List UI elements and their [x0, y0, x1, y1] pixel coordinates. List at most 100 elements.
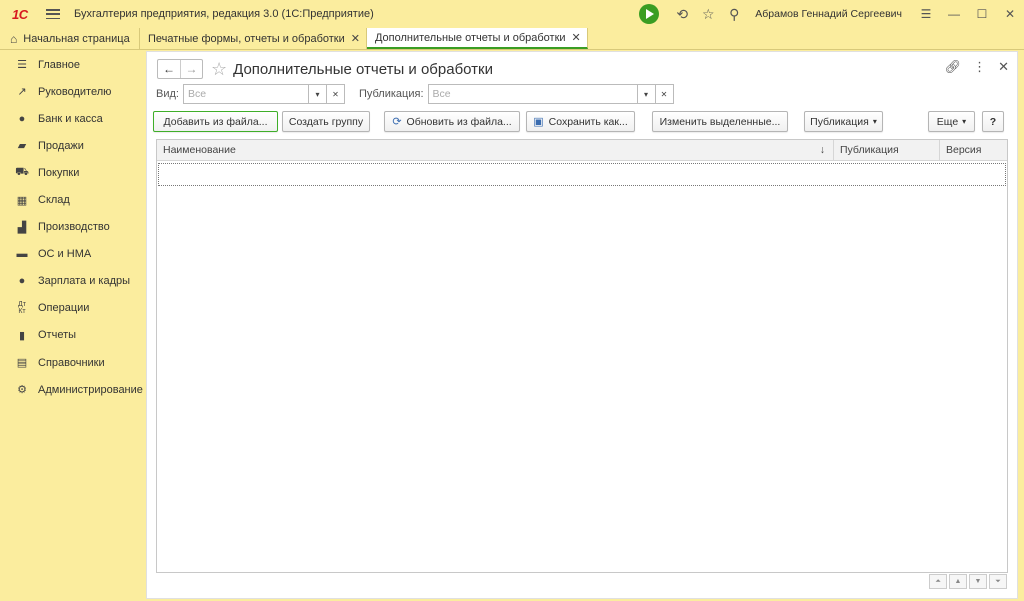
sidebar-item-catalogs[interactable]: ▤ Справочники — [0, 349, 146, 376]
publication-field[interactable]: Все — [427, 84, 638, 104]
help-button[interactable]: ? — [982, 111, 1004, 132]
more-button[interactable]: Еще ▾ — [928, 111, 975, 132]
table-row-current[interactable] — [158, 163, 1006, 186]
sidebar-item-label: Отчеты — [38, 329, 77, 342]
close-tab-icon[interactable]: ✕ — [572, 31, 581, 44]
save-icon: ▣ — [533, 116, 544, 128]
user-name[interactable]: Абрамов Геннадий Сергеевич — [755, 8, 902, 20]
bar-chart-icon: ▮ — [18, 329, 26, 342]
tab-label: Дополнительные отчеты и обработки — [374, 31, 566, 44]
cart-icon: ⛟ — [15, 165, 29, 178]
sidebar-item-label: Производство — [38, 221, 110, 234]
column-header-label: Версия — [946, 144, 982, 156]
sidebar-item-label: Операции — [38, 302, 90, 315]
minimize-icon[interactable]: — — [940, 0, 968, 28]
title-bar: 1С Бухгалтерия предприятия, редакция 3.0… — [0, 0, 1024, 28]
create-group-button[interactable]: Создать группу — [282, 111, 370, 132]
save-as-button[interactable]: ▣ Сохранить как... — [526, 111, 635, 132]
sort-arrow-icon: ↓ — [819, 144, 825, 156]
filter-row: Вид: Все ▾ ✕ Публикация: Все ▾ ✕ — [156, 84, 674, 104]
more-button-label: Еще — [936, 115, 959, 128]
search-icon[interactable]: ⚲ — [721, 0, 747, 28]
publication-button[interactable]: Публикация ▾ — [804, 111, 883, 132]
column-header-label: Публикация — [840, 144, 899, 156]
form-header: ← → ☆ Дополнительные отчеты и обработки — [157, 59, 493, 79]
column-header-name[interactable]: Наименование ↓ — [157, 140, 834, 160]
bag-icon: ▰ — [17, 140, 27, 153]
sidebar-item-administration[interactable]: ⚙ Администрирование — [0, 376, 146, 403]
vid-dropdown-icon[interactable]: ▾ — [308, 84, 327, 104]
sidebar-item-label: Зарплата и кадры — [38, 275, 131, 288]
publication-dropdown-icon[interactable]: ▾ — [637, 84, 656, 104]
dropdown-arrow-icon: ▾ — [872, 117, 877, 126]
sidebar-item-label: Справочники — [38, 356, 105, 369]
sidebar-item-label: Банк и касса — [38, 112, 103, 125]
scroll-up-icon[interactable]: ▲ — [949, 574, 967, 589]
scroll-to-bottom-icon[interactable]: ⏷ — [989, 574, 1007, 589]
sidebar-item-production[interactable]: ▟ Производство — [0, 214, 146, 241]
forward-arrow-icon[interactable]: → — [180, 60, 202, 78]
sidebar-item-label: Продажи — [38, 139, 84, 152]
scroll-down-icon[interactable]: ▼ — [969, 574, 987, 589]
home-icon: ⌂ — [10, 31, 18, 46]
settings-menu-icon[interactable]: ☰ — [912, 0, 940, 28]
table-scroll-buttons: ⏶ ▲ ▼ ⏷ — [929, 574, 1007, 589]
edit-selected-button[interactable]: Изменить выделенные... — [652, 111, 788, 132]
vid-label: Вид: — [156, 88, 179, 100]
app-title: Бухгалтерия предприятия, редакция 3.0 (1… — [74, 8, 374, 20]
vid-field[interactable]: Все — [182, 84, 309, 104]
close-tab-icon[interactable]: ✕ — [351, 32, 360, 45]
close-window-icon[interactable]: ✕ — [996, 0, 1024, 28]
sidebar-item-purchases[interactable]: ⛟ Покупки — [0, 159, 146, 186]
maximize-icon[interactable]: ☐ — [968, 0, 996, 28]
sidebar-item-bank[interactable]: ● Банк и касса — [0, 105, 146, 132]
navigation-buttons: ← → — [157, 59, 203, 79]
column-header-publication[interactable]: Публикация — [834, 140, 940, 160]
command-bar: Добавить из файла... Создать группу ⟳ Обн… — [153, 110, 1009, 134]
open-tabs-bar: ⌂ Начальная страница Печатные формы, отч… — [0, 28, 1024, 50]
main-menu-icon[interactable] — [46, 9, 60, 19]
publication-label: Публикация: — [358, 88, 424, 100]
add-from-file-button[interactable]: Добавить из файла... — [153, 111, 278, 132]
vid-clear-icon[interactable]: ✕ — [326, 84, 345, 104]
back-arrow-icon[interactable]: ← — [158, 60, 180, 78]
column-header-version[interactable]: Версия — [940, 140, 1007, 160]
play-icon[interactable] — [639, 4, 660, 24]
more-vertical-icon[interactable]: ⋮ — [973, 59, 986, 75]
dropdown-arrow-icon: ▾ — [962, 117, 967, 126]
history-icon[interactable]: ⟲ — [669, 0, 695, 28]
sidebar-item-reports[interactable]: ▮ Отчеты — [0, 322, 146, 349]
menu-lines-icon: ☰ — [17, 59, 27, 72]
update-from-file-label: Обновить из файла... — [406, 115, 512, 128]
trend-icon: ↗ — [17, 86, 27, 99]
publication-button-label: Публикация — [810, 115, 869, 128]
sections-sidebar: ☰ Главное ↗ Руководителю ● Банк и касса ▰ Пр… — [0, 51, 146, 601]
sidebar-item-fixed-assets[interactable]: ▬ ОС и НМА — [0, 241, 146, 268]
sidebar-item-label: Главное — [38, 58, 81, 71]
dt-kt-icon: Дт Кт — [18, 301, 26, 316]
tab-label: Печатные формы, отчеты и обработки — [148, 32, 345, 45]
sidebar-item-label: Склад — [38, 194, 70, 207]
sidebar-item-salary[interactable]: ● Зарплата и кадры — [0, 268, 146, 295]
person-icon: ● — [18, 275, 26, 288]
sidebar-item-label: ОС и НМА — [38, 248, 92, 261]
sidebar-item-label: Покупки — [38, 166, 80, 179]
sidebar-item-main[interactable]: ☰ Главное — [0, 51, 146, 78]
update-from-file-button[interactable]: ⟳ Обновить из файла... — [384, 111, 520, 132]
link-icon[interactable]: 🔗︎ — [945, 59, 962, 75]
sidebar-item-sales[interactable]: ▰ Продажи — [0, 132, 146, 159]
reports-table[interactable]: Наименование ↓ Публикация Версия — [156, 139, 1008, 573]
page-title: Дополнительные отчеты и обработки — [233, 60, 493, 78]
tab-print-forms[interactable]: Печатные формы, отчеты и обработки ✕ — [140, 28, 367, 49]
sidebar-item-operations[interactable]: Дт Кт Операции — [0, 295, 146, 322]
tab-additional-reports[interactable]: Дополнительные отчеты и обработки ✕ — [366, 28, 588, 49]
tab-home[interactable]: ⌂ Начальная страница — [0, 28, 140, 49]
sidebar-item-director[interactable]: ↗ Руководителю — [0, 78, 146, 105]
close-form-icon[interactable]: ✕ — [998, 59, 1009, 75]
favorite-star-icon[interactable]: ☆ — [211, 59, 227, 80]
publication-clear-icon[interactable]: ✕ — [655, 84, 674, 104]
favorites-star-icon[interactable]: ☆ — [695, 0, 721, 28]
gear-icon: ⚙ — [17, 384, 27, 397]
sidebar-item-warehouse[interactable]: ▦ Склад — [0, 186, 146, 213]
scroll-to-top-icon[interactable]: ⏶ — [929, 574, 947, 589]
